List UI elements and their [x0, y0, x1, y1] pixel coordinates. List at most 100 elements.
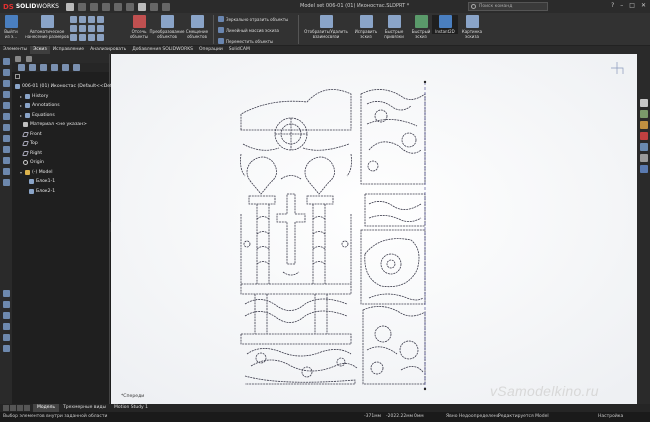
tree-item-right[interactable]: Right — [15, 149, 109, 159]
solidworks-forum-icon[interactable] — [639, 165, 648, 173]
property-tab-icon[interactable] — [29, 64, 36, 71]
tree-item-model[interactable]: ▾ (-) Model — [15, 168, 109, 178]
rectangle-icon[interactable] — [70, 25, 77, 32]
tree-item-block1[interactable]: Блок1-1 — [15, 177, 109, 187]
tool-icon[interactable] — [2, 124, 10, 131]
units-settings[interactable]: Настройка — [598, 412, 623, 422]
tool-icon[interactable] — [2, 91, 10, 98]
line-icon[interactable] — [70, 16, 77, 23]
tab-model[interactable]: Модель — [33, 404, 60, 412]
tool-icon[interactable] — [2, 69, 10, 76]
tool-icon[interactable] — [2, 80, 10, 87]
show-relations-button[interactable]: Отобразить/Удалить взаимосвязи — [303, 15, 349, 39]
maximize-button[interactable]: □ — [629, 2, 635, 9]
tab-solidcam[interactable]: SolidCAM — [226, 46, 253, 54]
tree-item-origin[interactable]: Origin — [15, 158, 109, 168]
tool-icon[interactable] — [2, 113, 10, 120]
exit-sketch-button[interactable]: Выйти из э... — [2, 15, 20, 39]
save-icon[interactable] — [102, 2, 110, 11]
help-button[interactable]: ? — [611, 2, 614, 9]
custom-properties-icon[interactable] — [639, 154, 648, 162]
smart-dimension-button[interactable]: Автоматическое нанесение размеров — [24, 15, 70, 39]
convert-entities-button[interactable]: Преобразование объектов — [150, 15, 185, 39]
tree-item-front[interactable]: Front — [15, 130, 109, 140]
tool-icon[interactable] — [2, 102, 10, 109]
shaded-sketch-button[interactable]: Картинка эскиза — [460, 15, 484, 39]
close-button[interactable]: ✕ — [641, 2, 646, 9]
tool-icon[interactable] — [2, 168, 10, 175]
repair-sketch-button[interactable]: Исправить эскиз — [353, 15, 379, 39]
tree-item-equations[interactable]: ▸ Equations — [15, 111, 109, 121]
pin-icon[interactable] — [15, 55, 21, 62]
tree-item-annotations[interactable]: ▸ Annotations — [15, 101, 109, 111]
tab-addins[interactable]: Добавления SOLIDWORKS — [129, 46, 196, 54]
rebuild-icon[interactable] — [150, 2, 158, 11]
plane-icon[interactable] — [97, 34, 104, 41]
trim-button[interactable]: Отсечь объекты — [128, 15, 150, 39]
expand-icon[interactable] — [26, 55, 32, 62]
graphics-area[interactable]: *Спереди — [111, 54, 637, 404]
print-icon[interactable] — [114, 2, 122, 11]
dimxpert-tab-icon[interactable] — [51, 64, 58, 71]
file-explorer-icon[interactable] — [639, 121, 648, 129]
tool-icon[interactable] — [2, 301, 10, 308]
feature-tree-tab-icon[interactable] — [18, 64, 25, 71]
tool-icon[interactable] — [2, 58, 10, 65]
instant2d-button[interactable]: Instant2D — [432, 15, 458, 34]
tab-features[interactable]: Элементы — [0, 46, 30, 54]
tool-icon[interactable] — [2, 179, 10, 186]
tree-item-history[interactable]: ▸ History — [15, 92, 109, 102]
rapid-sketch-button[interactable]: Быстрый эскиз — [410, 15, 432, 39]
linear-pattern-button[interactable]: Линейный массив эскиза — [218, 27, 279, 33]
tab-motion-study[interactable]: Motion Study 1 — [110, 404, 152, 412]
appearances-icon[interactable] — [639, 143, 648, 151]
arc-icon[interactable] — [70, 34, 77, 41]
tool-icon[interactable] — [2, 334, 10, 341]
tool-icon[interactable] — [2, 135, 10, 142]
first-tab-icon[interactable] — [3, 405, 9, 411]
fillet-icon[interactable] — [97, 16, 104, 23]
move-entities-button[interactable]: Переместить объекты — [218, 38, 273, 44]
home-icon[interactable] — [66, 2, 74, 11]
search-input[interactable]: Поиск команд — [468, 2, 548, 11]
mirror-button[interactable]: Зеркально отразить объекты — [218, 16, 288, 22]
slot-icon[interactable] — [79, 25, 86, 32]
config-tab-icon[interactable] — [40, 64, 47, 71]
fm-filter[interactable] — [12, 72, 109, 80]
tab-repair[interactable]: Исправление — [50, 46, 87, 54]
tab-operations[interactable]: Операции — [196, 46, 226, 54]
quick-snaps-button[interactable]: Быстрые привязки — [382, 15, 406, 39]
ellipse-icon[interactable] — [79, 34, 86, 41]
select-icon[interactable] — [138, 2, 146, 11]
design-library-icon[interactable] — [639, 110, 648, 118]
tab-3d-views[interactable]: Трехмерные виды — [59, 404, 110, 412]
text-icon[interactable] — [88, 34, 95, 41]
tree-item-block2[interactable]: Блок2-1 — [15, 187, 109, 197]
tool-icon[interactable] — [2, 290, 10, 297]
tool-icon[interactable] — [2, 312, 10, 319]
options-icon[interactable] — [162, 2, 170, 11]
next-tab-icon[interactable] — [17, 405, 23, 411]
offset-entities-button[interactable]: Смещение объектов — [184, 15, 210, 39]
undo-icon[interactable] — [126, 2, 134, 11]
filter-icon[interactable] — [15, 73, 20, 79]
open-icon[interactable] — [90, 2, 98, 11]
point-icon[interactable] — [97, 25, 104, 32]
tool-icon[interactable] — [2, 323, 10, 330]
new-icon[interactable] — [78, 2, 86, 11]
view-palette-icon[interactable] — [639, 132, 648, 140]
circle-icon[interactable] — [79, 16, 86, 23]
tab-sketch[interactable]: Эскиз — [30, 46, 50, 54]
resources-icon[interactable] — [639, 99, 648, 107]
tab-evaluate[interactable]: Анализировать — [87, 46, 129, 54]
last-tab-icon[interactable] — [24, 405, 30, 411]
prev-tab-icon[interactable] — [10, 405, 16, 411]
minimize-button[interactable]: – — [620, 2, 623, 9]
spline-icon[interactable] — [88, 16, 95, 23]
tool-icon[interactable] — [2, 146, 10, 153]
tree-item-material[interactable]: Материал <не указан> — [15, 120, 109, 130]
tool-icon[interactable] — [2, 345, 10, 352]
tree-item-top[interactable]: Top — [15, 139, 109, 149]
tool-icon[interactable] — [2, 157, 10, 164]
tree-root[interactable]: 006-01 (01) Иконостас (Default<<Defa... — [15, 82, 119, 92]
